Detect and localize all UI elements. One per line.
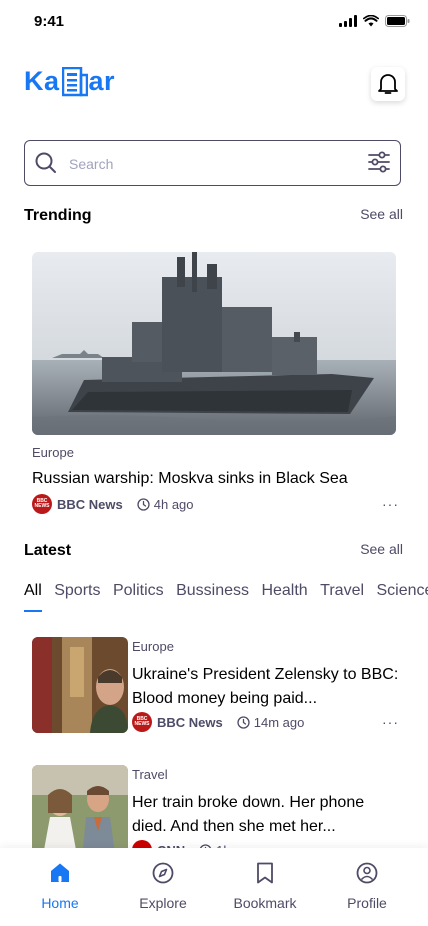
trending-headline[interactable]: Russian warship: Moskva sinks in Black S… — [32, 470, 348, 488]
trending-time-ago: 4h ago — [153, 496, 194, 512]
bell-icon — [378, 74, 398, 94]
filter-icon[interactable] — [368, 151, 390, 173]
logo-newspaper-icon — [61, 66, 88, 96]
latest-title: Latest — [24, 542, 72, 559]
trending-more-icon[interactable]: ··· — [382, 496, 399, 512]
logo-text-left: Ka — [24, 66, 60, 96]
bookmark-icon — [257, 862, 273, 884]
trending-meta: BBC NEWS BBC News 4h ago — [32, 494, 194, 514]
article-headline[interactable]: Ukraine's President Zelensky to BBC: Blo… — [132, 663, 402, 711]
status-bar: 9:41 — [0, 0, 428, 44]
profile-icon — [356, 862, 378, 884]
bbc-news-logo: BBC NEWS — [132, 712, 152, 732]
trending-category: Europe — [32, 445, 74, 460]
status-icons — [339, 15, 410, 27]
tab-health[interactable]: Health — [261, 582, 307, 600]
article-thumbnail — [32, 637, 128, 733]
warship-image — [32, 252, 396, 435]
search-bar[interactable] — [24, 140, 401, 186]
status-time: 9:41 — [34, 13, 65, 30]
logo-text-right: ar — [88, 66, 116, 96]
nav-explore[interactable]: Explore — [118, 862, 208, 911]
zelensky-photo — [32, 637, 128, 733]
search-icon — [35, 152, 56, 173]
nav-explore-label: Explore — [139, 895, 187, 911]
nav-bookmark[interactable]: Bookmark — [220, 862, 310, 911]
wifi-icon — [363, 15, 379, 27]
nav-profile-label: Profile — [347, 895, 387, 911]
category-tabs: All Sports Politics Bussiness Health Tra… — [24, 582, 428, 618]
app-logo: Ka ar — [24, 66, 115, 97]
trending-see-all-link[interactable]: See all — [360, 206, 403, 222]
article-headline[interactable]: Her train broke down. Her phone died. An… — [132, 791, 402, 839]
clock-icon — [237, 715, 250, 729]
tab-all[interactable]: All — [24, 582, 42, 612]
article-category: Europe — [132, 639, 174, 654]
cellular-signal-icon — [339, 15, 357, 27]
article-meta: BBC NEWS BBC News 14m ago — [132, 712, 304, 732]
tab-business[interactable]: Bussiness — [176, 582, 249, 600]
clock-icon — [137, 497, 150, 511]
search-input[interactable] — [67, 150, 361, 178]
wedding-photo — [32, 765, 128, 861]
bottom-navigation: Home Explore Bookmark Profile — [0, 848, 428, 926]
trending-source[interactable]: BBC News — [57, 497, 123, 512]
trending-article-image[interactable] — [32, 252, 396, 435]
tab-science[interactable]: Science — [376, 582, 428, 600]
tab-sports[interactable]: Sports — [54, 582, 100, 600]
home-icon — [51, 863, 69, 882]
article-source[interactable]: BBC News — [157, 715, 223, 730]
article-thumbnail — [32, 765, 128, 861]
tab-politics[interactable]: Politics — [113, 582, 164, 600]
nav-home-label: Home — [41, 895, 79, 911]
latest-see-all-link[interactable]: See all — [360, 541, 403, 557]
nav-profile[interactable]: Profile — [322, 862, 412, 911]
notification-button[interactable] — [371, 67, 405, 101]
article-category: Travel — [132, 767, 168, 782]
bbc-news-logo: BBC NEWS — [32, 494, 52, 514]
article-time-ago: 14m ago — [253, 714, 305, 730]
article-more-icon[interactable]: ··· — [382, 714, 399, 730]
nav-bookmark-label: Bookmark — [233, 895, 297, 911]
nav-home[interactable]: Home — [15, 862, 105, 911]
compass-icon — [152, 862, 174, 884]
tab-travel[interactable]: Travel — [320, 582, 364, 600]
battery-icon — [385, 15, 410, 27]
trending-title: Trending — [24, 207, 92, 224]
